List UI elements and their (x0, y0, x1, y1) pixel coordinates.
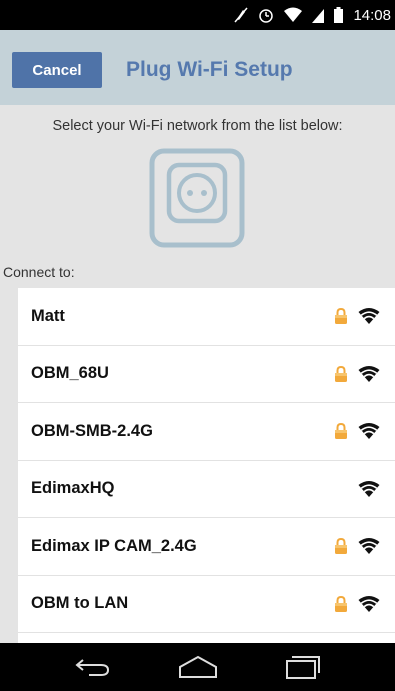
network-list: Matt OBM_68U OBM-SMB-2.4G EdimaxHQ Edimax IP… (18, 288, 395, 643)
status-time: 14:08 (353, 6, 391, 24)
network-row[interactable]: Edimax IP CAM_2.4G (18, 518, 395, 576)
wifi-signal-icon (358, 422, 380, 440)
network-name: OBM_68U (31, 364, 109, 383)
lock-icon (334, 595, 348, 612)
network-name: EdimaxHQ (31, 479, 115, 498)
lock-icon (334, 308, 348, 325)
network-row[interactable]: OBM to LAN (18, 576, 395, 633)
mute-icon (234, 7, 249, 23)
back-icon[interactable] (68, 647, 118, 687)
navigation-bar (0, 643, 395, 691)
home-icon[interactable] (173, 647, 223, 687)
network-row[interactable] (18, 633, 395, 643)
header-bar: Cancel Plug Wi-Fi Setup (0, 30, 395, 105)
wifi-signal-icon (358, 537, 380, 555)
cancel-button[interactable]: Cancel (12, 52, 102, 88)
network-row[interactable]: OBM_68U (18, 346, 395, 403)
network-name: Edimax IP CAM_2.4G (31, 536, 197, 555)
battery-icon (334, 7, 344, 23)
lock-icon (334, 538, 348, 555)
network-name: Matt (31, 306, 65, 325)
network-row[interactable]: EdimaxHQ (18, 461, 395, 518)
network-name: OBM to LAN (31, 594, 129, 613)
page-title: Plug Wi-Fi Setup (126, 58, 293, 81)
status-bar: 14:08 (0, 0, 395, 30)
cell-signal-icon (312, 7, 325, 23)
recent-apps-icon[interactable] (278, 647, 328, 687)
wifi-signal-icon (358, 307, 380, 325)
wifi-signal-icon (358, 480, 380, 498)
network-name: OBM-SMB-2.4G (31, 421, 153, 440)
wifi-signal-icon (358, 365, 380, 383)
wifi-signal-icon (358, 595, 380, 613)
network-row[interactable]: OBM-SMB-2.4G (18, 403, 395, 461)
smart-plug-icon (149, 148, 245, 248)
lock-icon (334, 423, 348, 440)
lock-icon (334, 365, 348, 382)
network-row[interactable]: Matt (18, 288, 395, 346)
connect-to-label: Connect to: (3, 264, 75, 280)
wifi-signal-icon (284, 7, 303, 23)
alarm-icon (258, 7, 274, 23)
instruction-text: Select your Wi-Fi network from the list … (52, 118, 343, 134)
